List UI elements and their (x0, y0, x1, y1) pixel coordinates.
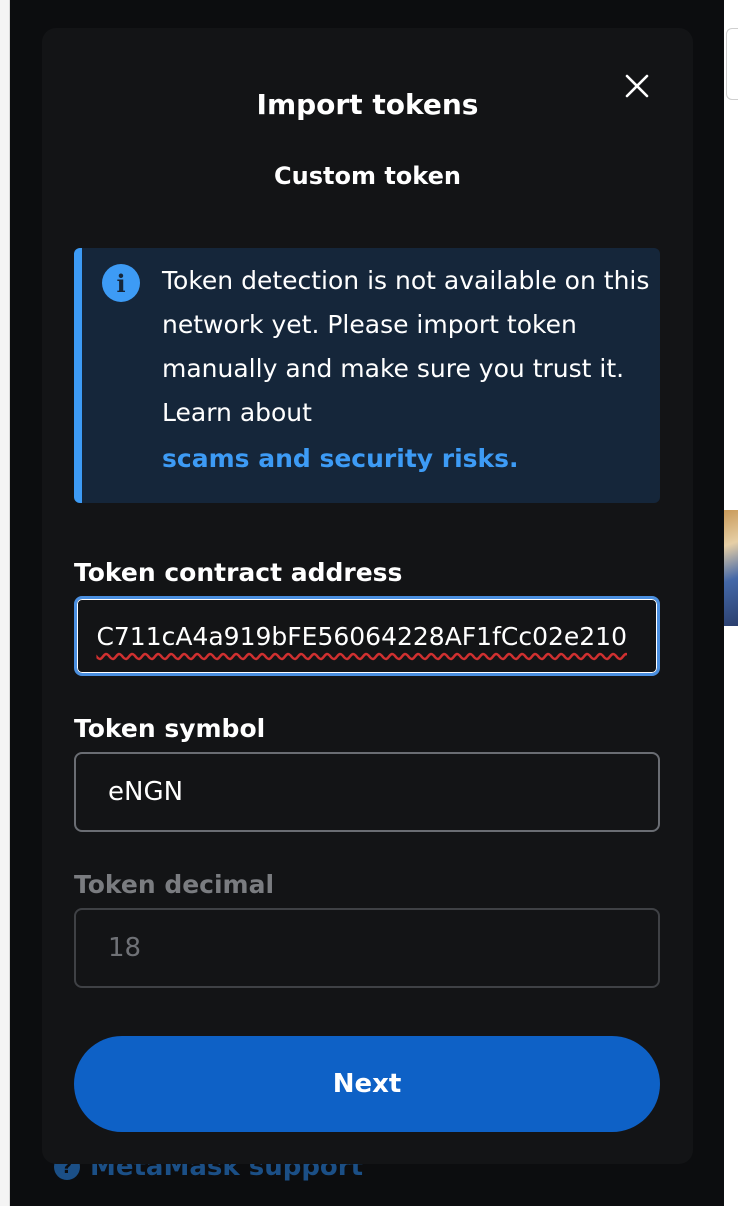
token-symbol-label: Token symbol (74, 714, 266, 743)
background-image (724, 510, 738, 626)
info-icon: i (102, 264, 140, 302)
token-detection-alert: i Token detection is not available on th… (74, 248, 660, 503)
token-decimal-label: Token decimal (74, 870, 275, 899)
token-symbol-field[interactable] (74, 752, 660, 832)
token-decimal-field (74, 908, 660, 988)
scams-security-link[interactable]: scams and security risks. (162, 437, 652, 481)
token-symbol-input[interactable] (108, 777, 658, 807)
tab-custom-token[interactable]: Custom token (42, 162, 693, 190)
import-tokens-modal: Import tokens Custom token i Token detec… (42, 28, 693, 1164)
close-button[interactable] (621, 70, 653, 102)
background-left-strip (0, 0, 10, 1206)
token-address-input[interactable]: C711cA4a919bFE56064228AF1fCc02e210 (74, 596, 660, 676)
next-button[interactable]: Next (74, 1036, 660, 1132)
background-tab (726, 28, 738, 100)
alert-message: Token detection is not available on this… (162, 259, 652, 481)
token-address-label: Token contract address (74, 558, 403, 587)
token-decimal-input (108, 933, 658, 963)
alert-message-text: Token detection is not available on this… (162, 266, 650, 427)
close-icon (625, 74, 649, 98)
token-address-value: C711cA4a919bFE56064228AF1fCc02e210 (96, 621, 627, 651)
background-right-strip (724, 0, 738, 1206)
modal-title: Import tokens (256, 88, 479, 121)
